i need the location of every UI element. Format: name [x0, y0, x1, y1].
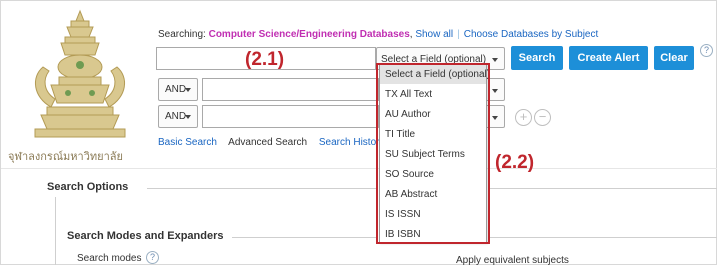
searching-comma: ,	[409, 29, 413, 40]
boolean-operator-select-3[interactable]: AND	[158, 105, 198, 128]
modes-expanders-rule	[232, 237, 377, 238]
basic-search-link[interactable]: Basic Search	[158, 137, 217, 148]
choose-databases-link[interactable]: Choose Databases by Subject	[464, 29, 599, 40]
modes-expanders-title: Search Modes and Expanders	[67, 230, 224, 242]
university-name: จุฬาลงกรณ์มหาวิทยาลัย	[8, 150, 123, 163]
chevron-down-icon	[492, 89, 498, 93]
create-alert-button[interactable]: Create Alert	[569, 46, 648, 70]
add-row-icon[interactable]: +	[515, 109, 532, 126]
database-name-link[interactable]: Computer Science/Engineering Databases	[209, 29, 410, 40]
show-all-link[interactable]: Show all	[415, 29, 453, 40]
annotation-label-2-2: (2.2)	[495, 152, 535, 173]
search-page: จุฬาลงกรณ์มหาวิทยาลัย Searching: Compute…	[0, 0, 717, 265]
help-icon[interactable]: ?	[700, 44, 713, 57]
annotation-highlight-box	[376, 63, 490, 244]
annotation-label-2-1: (2.1)	[245, 49, 285, 70]
searching-line: Searching: Computer Science/Engineering …	[158, 29, 598, 40]
searching-prefix: Searching:	[158, 29, 209, 40]
clear-button[interactable]: Clear	[654, 46, 694, 70]
search-modes-label: Search modes	[77, 253, 142, 264]
search-options-rule-right	[490, 188, 717, 189]
search-links: Basic Search Advanced Search Search Hist…	[158, 137, 393, 148]
search-input-3[interactable]	[202, 105, 379, 128]
boolean-operator-label-2: AND	[165, 84, 187, 95]
chevron-down-icon	[492, 116, 498, 120]
link-separator: |	[457, 29, 460, 40]
search-input-2[interactable]	[202, 78, 379, 101]
chevron-down-icon	[492, 58, 498, 62]
chevron-down-icon	[185, 115, 191, 119]
apply-equivalent-subjects-label: Apply equivalent subjects	[456, 255, 569, 265]
search-button[interactable]: Search	[511, 46, 563, 70]
modes-expanders-rule-right	[490, 237, 717, 238]
boolean-operator-label-3: AND	[165, 111, 187, 122]
options-vertical-rule	[55, 197, 56, 265]
search-modes-help-icon[interactable]: ?	[146, 251, 159, 264]
advanced-search-link[interactable]: Advanced Search	[228, 137, 307, 148]
search-history-link[interactable]: Search History	[319, 137, 385, 148]
university-logo-icon	[34, 9, 126, 138]
search-options-rule	[147, 188, 377, 189]
remove-row-icon[interactable]: −	[534, 109, 551, 126]
chevron-down-icon	[185, 88, 191, 92]
boolean-operator-select-2[interactable]: AND	[158, 78, 198, 101]
search-options-title: Search Options	[47, 181, 129, 193]
section-divider	[1, 168, 717, 169]
